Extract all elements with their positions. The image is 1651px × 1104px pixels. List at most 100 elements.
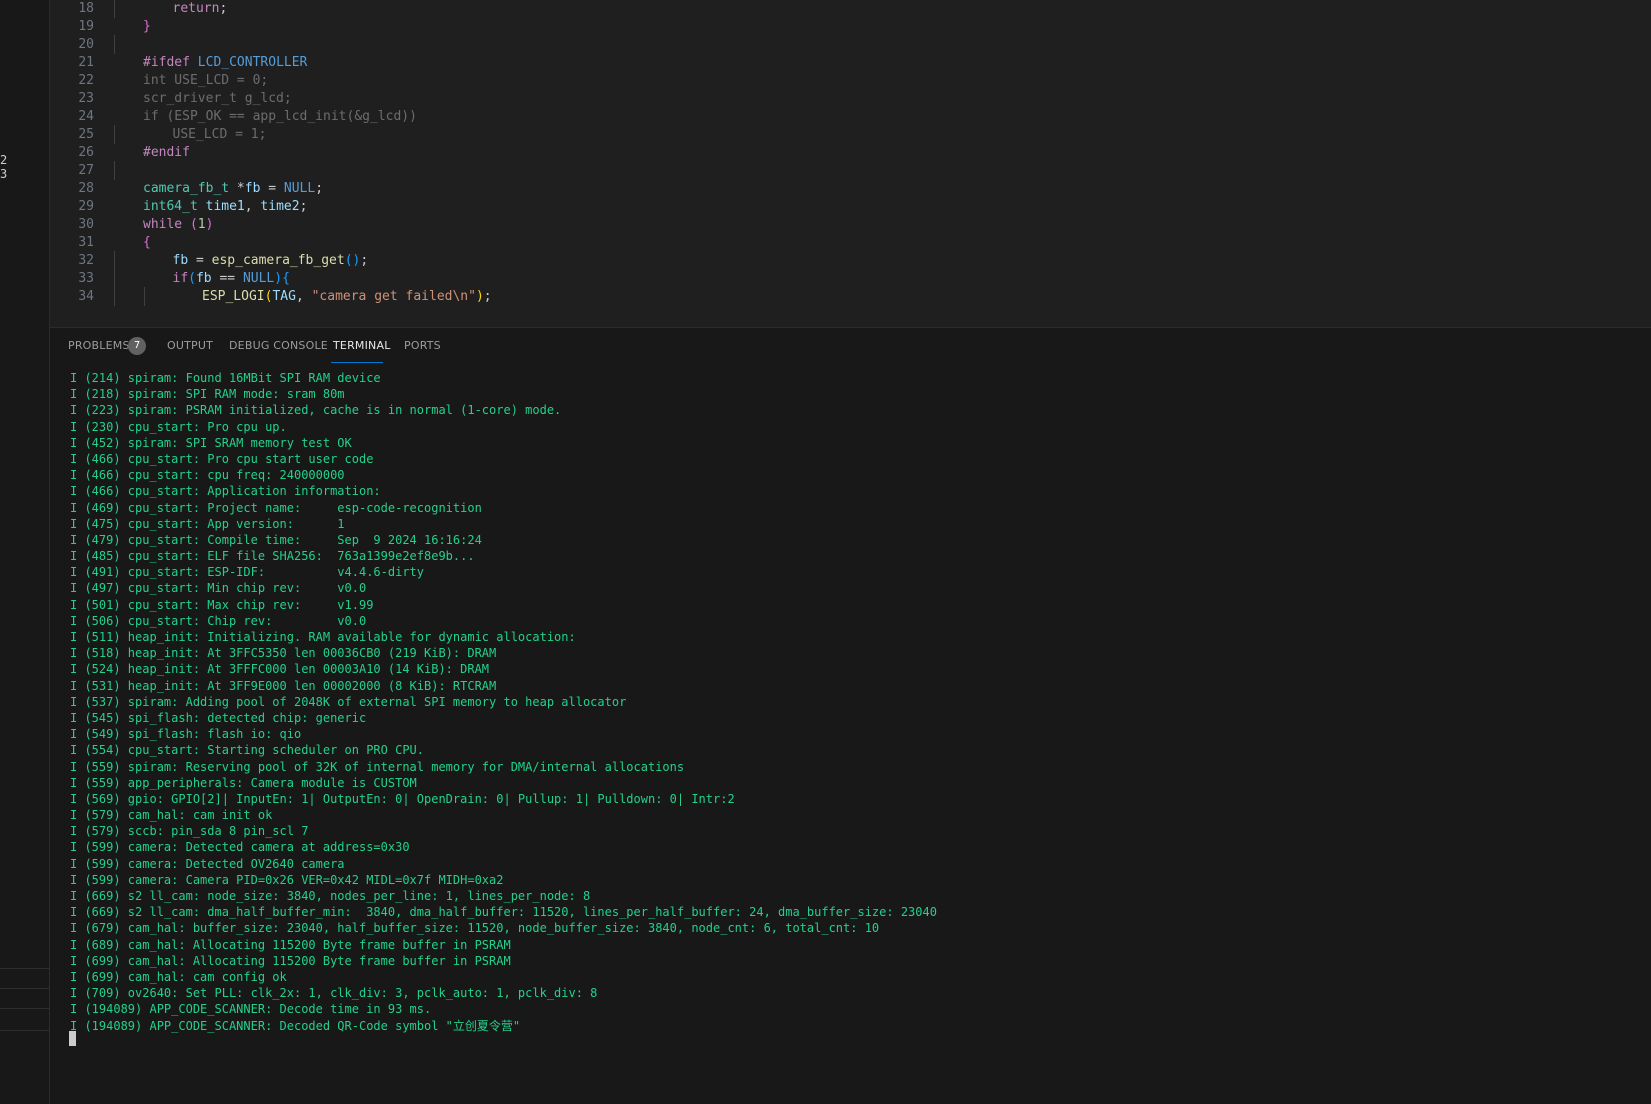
terminal-line: I (599) camera: Detected OV2640 camera xyxy=(70,856,345,871)
terminal-line: I (531) heap_init: At 3FF9E000 len 00002… xyxy=(70,678,497,693)
code-text: int64_t time1, time2; xyxy=(143,197,307,216)
code-text: } xyxy=(143,17,151,36)
code-token: ( xyxy=(188,271,196,287)
code-line[interactable]: 29 int64_t time1, time2; xyxy=(50,197,1651,216)
code-line[interactable]: 30 while (1) xyxy=(50,215,1651,234)
terminal-line: I (559) spiram: Reserving pool of 32K of… xyxy=(70,759,685,774)
code-token: == xyxy=(211,271,243,287)
code-line[interactable]: 18 return; xyxy=(50,0,1651,18)
line-number: 31 xyxy=(78,235,94,251)
tab-ports[interactable]: PORTS xyxy=(404,339,441,352)
code-token: = xyxy=(188,253,212,269)
code-token: = xyxy=(260,181,284,196)
code-editor[interactable]: 18 return; 19} 20 21 #ifdef LCD_CONTROLLER 22 i… xyxy=(50,0,1651,327)
code-line[interactable]: 28 camera_fb_t *fb = NULL; xyxy=(50,179,1651,198)
terminal-line: I (599) camera: Detected camera at addre… xyxy=(70,840,410,855)
code-text: { xyxy=(143,233,151,252)
terminal-line: I (579) cam_hal: cam init ok xyxy=(70,808,273,823)
code-text: fb = esp_camera_fb_get(); xyxy=(173,251,369,270)
terminal-line: I (230) cpu_start: Pro cpu up. xyxy=(70,419,287,434)
code-text: #ifdef LCD_CONTROLLER xyxy=(143,53,307,72)
terminal-line: I (549) spi_flash: flash io: qio xyxy=(70,727,302,742)
code-token: "camera get failed\n" xyxy=(311,289,476,305)
line-number: 28 xyxy=(78,181,94,196)
code-line[interactable]: 32 fb = esp_camera_fb_get(); xyxy=(50,251,1651,271)
code-line[interactable]: 24 if (ESP_OK == app_lcd_init(&g_lcd)) xyxy=(50,107,1651,126)
terminal-line: I (501) cpu_start: Max chip rev: v1.99 xyxy=(70,597,374,612)
code-token: ; xyxy=(299,199,308,215)
terminal-line: I (511) heap_init: Initializing. RAM ava… xyxy=(70,630,576,644)
tab-debug-console[interactable]: DEBUG CONSOLE xyxy=(229,339,328,352)
line-number: 19 xyxy=(78,18,94,34)
code-token: , xyxy=(295,289,312,305)
tab-terminal[interactable]: TERMINAL xyxy=(333,339,391,352)
code-line[interactable]: 25 USE_LCD = 1; xyxy=(50,124,1651,144)
line-number: 21 xyxy=(78,54,94,70)
terminal-line: I (466) cpu_start: cpu freq: 240000000 xyxy=(70,468,345,483)
terminal-line: I (559) app_peripherals: Camera module i… xyxy=(70,775,417,790)
code-line[interactable]: 19} xyxy=(50,17,1651,36)
code-text: if(fb == NULL){ xyxy=(173,269,290,288)
line-number: 27 xyxy=(78,162,94,178)
line-number: 32 xyxy=(78,253,94,269)
code-token: TAG xyxy=(272,289,296,305)
terminal-line: I (599) camera: Camera PID=0x26 VER=0x42… xyxy=(70,872,504,887)
terminal-line: I (506) cpu_start: Chip rev: v0.0 xyxy=(70,613,367,628)
sidebar-strip: 2 3 xyxy=(0,0,50,1104)
sidebar-divider xyxy=(0,1030,50,1031)
code-line[interactable]: 23 scr_driver_t g_lcd; xyxy=(50,89,1651,108)
line-number: 25 xyxy=(78,126,94,142)
code-token: fb xyxy=(244,181,261,196)
code-token: ; xyxy=(219,0,228,16)
code-token: if (ESP_OK == app_lcd_init(&g_lcd)) xyxy=(143,108,417,124)
code-token: camera_fb_t xyxy=(143,181,230,196)
code-line[interactable]: 34 ESP_LOGI(TAG, "camera get failed\n"); xyxy=(50,287,1651,307)
code-token: int64_t xyxy=(143,199,198,215)
code-token: ESP_LOGI xyxy=(202,289,265,305)
code-line[interactable]: 22 int USE_LCD = 0; xyxy=(50,71,1651,90)
code-line[interactable]: 21 #ifdef LCD_CONTROLLER xyxy=(50,53,1651,72)
tab-output[interactable]: OUTPUT xyxy=(167,339,213,352)
terminal-line: I (466) cpu_start: Pro cpu start user co… xyxy=(70,451,374,466)
terminal-line: I (537) spiram: Adding pool of 2048K of … xyxy=(70,694,627,709)
indent-guide xyxy=(143,287,145,307)
line-number: 18 xyxy=(78,0,94,16)
code-text: #endif xyxy=(143,143,190,162)
line-number: 30 xyxy=(78,217,94,233)
code-token: time1 xyxy=(205,199,245,215)
code-text: USE_LCD = 1; xyxy=(173,125,267,144)
indent-guide xyxy=(114,269,115,289)
tab-problems[interactable]: PROBLEMS xyxy=(68,339,130,352)
code-token: 1 xyxy=(197,217,206,233)
code-line[interactable]: 31 { xyxy=(50,233,1651,252)
code-token: time2 xyxy=(260,199,300,215)
terminal-output[interactable]: I (214) spiram: Found 16MBit SPI RAM dev… xyxy=(70,370,1651,1034)
code-line[interactable]: 20 xyxy=(50,34,1651,54)
code-text: scr_driver_t g_lcd; xyxy=(143,89,292,108)
code-line[interactable]: 26 #endif xyxy=(50,143,1651,162)
code-token: fb xyxy=(195,271,212,287)
terminal-line: I (466) cpu_start: Application informati… xyxy=(70,484,381,499)
code-token: ( xyxy=(189,217,198,233)
code-line[interactable]: 33 if(fb == NULL){ xyxy=(50,269,1651,289)
code-line[interactable]: 27 xyxy=(50,160,1651,180)
code-token: } xyxy=(143,18,151,34)
sidebar-divider xyxy=(0,1008,50,1009)
line-number: 20 xyxy=(78,36,94,52)
code-token: int USE_LCD = 0; xyxy=(143,72,269,88)
terminal-line: I (669) s2 ll_cam: dma_half_buffer_min: … xyxy=(70,905,937,920)
sidebar-divider xyxy=(0,988,50,989)
code-token: NULL xyxy=(283,181,316,196)
bottom-panel: PROBLEMS 7 OUTPUT DEBUG CONSOLE TERMINAL… xyxy=(50,327,1651,1104)
terminal-line: I (218) spiram: SPI RAM mode: sram 80m xyxy=(70,387,345,402)
terminal-line: I (569) gpio: GPIO[2]| InputEn: 1| Outpu… xyxy=(70,791,735,806)
problems-count-badge: 7 xyxy=(128,337,146,355)
terminal-line: I (497) cpu_start: Min chip rev: v0.0 xyxy=(70,581,367,596)
terminal-line: I (689) cam_hal: Allocating 115200 Byte … xyxy=(70,937,511,952)
terminal-line: I (518) heap_init: At 3FFC5350 len 00036… xyxy=(70,646,497,661)
terminal-line: I (469) cpu_start: Project name: esp-cod… xyxy=(70,500,482,515)
line-number: 26 xyxy=(78,144,94,160)
terminal-cursor xyxy=(69,1031,76,1046)
